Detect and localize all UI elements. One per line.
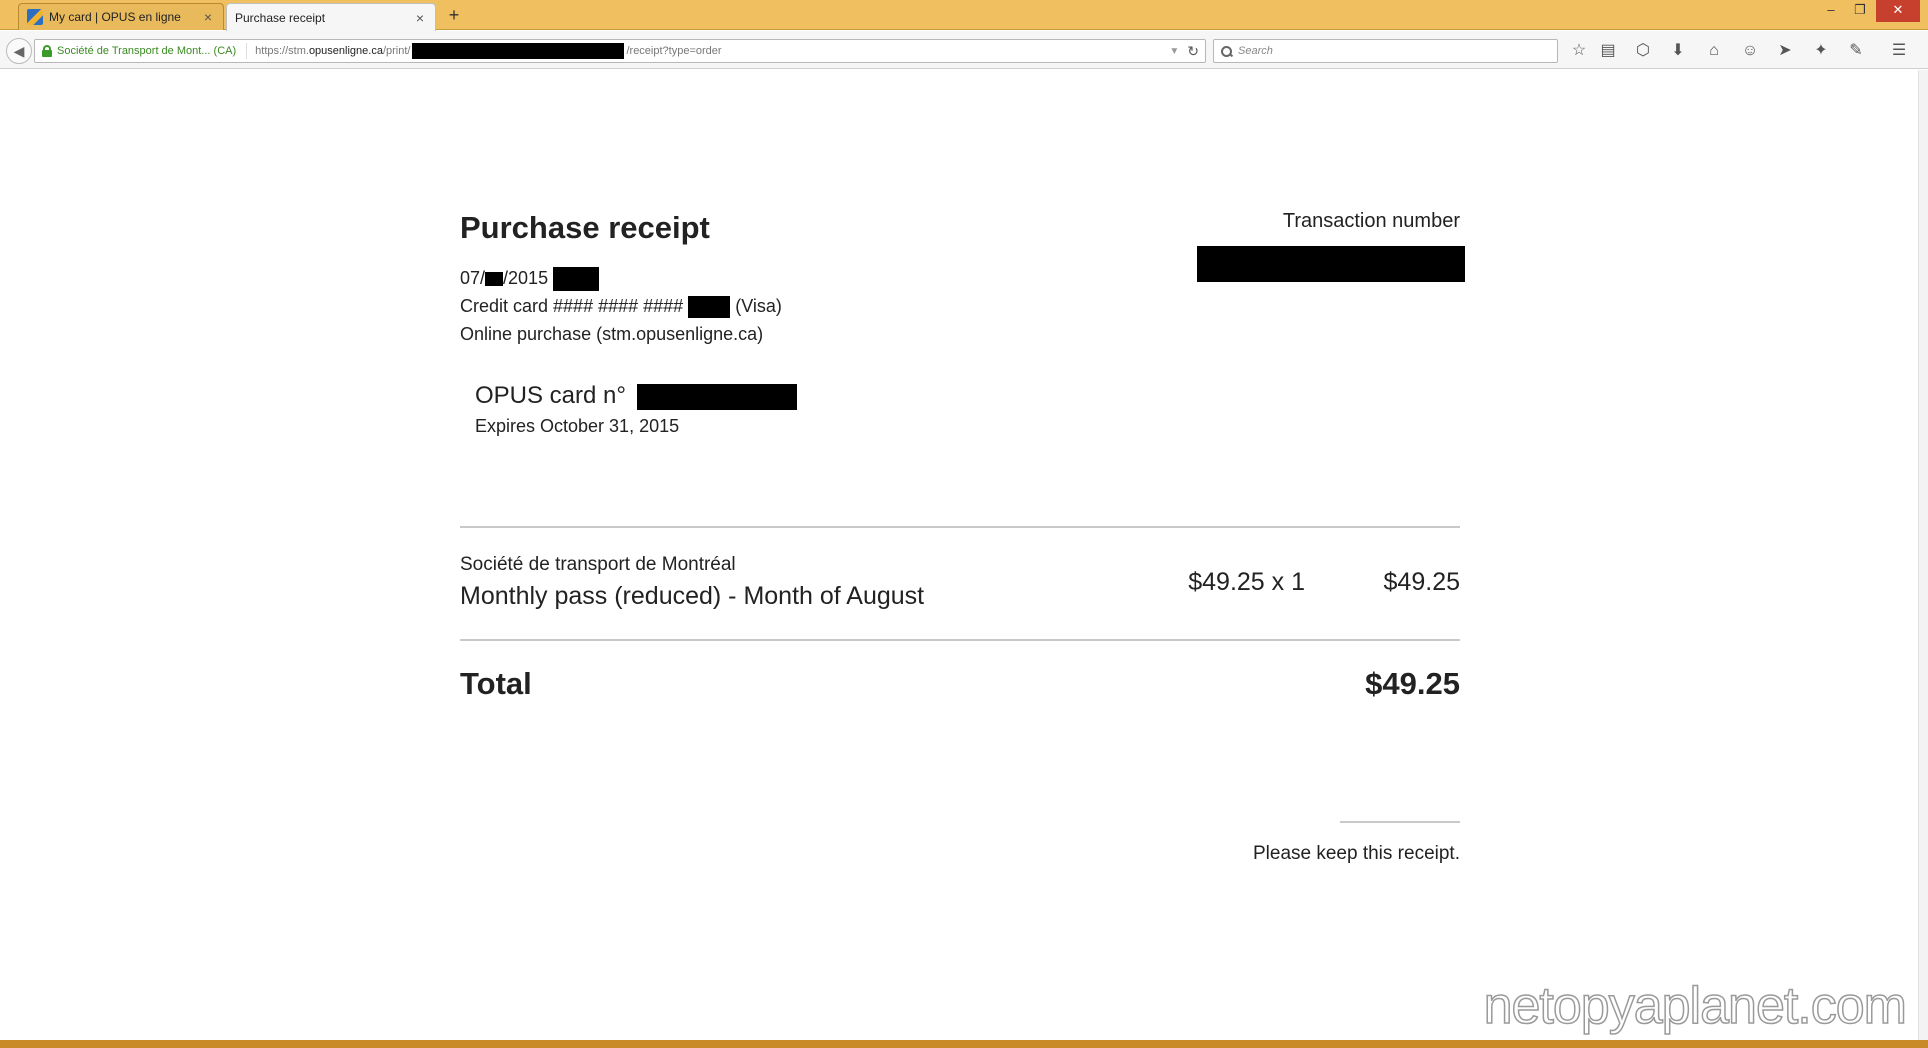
back-arrow-icon[interactable]: ◀ (6, 38, 32, 64)
bookmark-star-icon[interactable]: ☆ (1568, 40, 1590, 62)
signature-line (1340, 821, 1460, 823)
taskbar (0, 1040, 1928, 1048)
navigation-toolbar: ◀ Société de Transport de Mont... (CA) h… (0, 31, 1928, 69)
tab-my-card[interactable]: My card | OPUS en ligne × (18, 3, 224, 30)
tab-title: Purchase receipt (235, 10, 326, 25)
lock-icon (42, 45, 52, 57)
url-query: /receipt?type=order (626, 45, 722, 57)
chat-icon[interactable]: ☺ (1739, 40, 1761, 62)
total-label: Total (460, 666, 532, 701)
close-icon[interactable]: × (201, 10, 215, 24)
opus-card-number: OPUS card n° (475, 382, 797, 410)
card-number-mask: Credit card #### #### #### (460, 296, 684, 316)
purchase-channel: Online purchase (stm.opusenligne.ca) (460, 324, 764, 344)
total-value: $49.25 (1365, 666, 1460, 701)
credit-card-line: Credit card #### #### #### (Visa) (460, 292, 782, 320)
history-dropdown-icon[interactable]: ▼ (1169, 46, 1179, 57)
reload-icon[interactable]: ↻ (1187, 43, 1199, 60)
close-icon[interactable]: × (413, 11, 427, 25)
search-input[interactable]: Search (1213, 39, 1558, 63)
page-title: Purchase receipt (460, 210, 710, 245)
card-type: (Visa) (735, 296, 782, 316)
url-prefix: https://stm. (255, 45, 309, 57)
url-bar[interactable]: Société de Transport de Mont... (CA) htt… (34, 39, 1206, 63)
opus-favicon-icon (27, 9, 43, 25)
unit-price: $49.25 x 1 (1188, 568, 1305, 596)
reading-list-icon[interactable]: ▤ (1597, 40, 1619, 62)
window-close-button[interactable]: ✕ (1876, 0, 1920, 22)
transaction-number-label: Transaction number (1282, 210, 1460, 232)
send-icon[interactable]: ➤ (1774, 40, 1796, 62)
new-tab-button[interactable]: + (444, 5, 464, 25)
search-icon (1221, 45, 1232, 57)
redaction-bar (553, 267, 600, 292)
divider (460, 526, 1460, 528)
sync-icon[interactable]: ✎ (1845, 40, 1867, 62)
operator-name: Société de transport de Montréal (460, 554, 736, 575)
keep-receipt-note: Please keep this receipt. (1252, 843, 1460, 864)
url-path: /print/ (382, 45, 411, 57)
tab-strip: My card | OPUS en ligne × Purchase recei… (0, 0, 1928, 31)
search-placeholder: Search (1238, 45, 1273, 57)
date-suffix: /2015 (503, 268, 549, 288)
home-icon[interactable]: ⌂ (1703, 40, 1725, 62)
pocket-icon[interactable]: ⬡ (1632, 40, 1654, 62)
redaction-bar (485, 272, 504, 287)
redaction-bar (1197, 246, 1465, 282)
extension-icon[interactable]: ✦ (1810, 40, 1832, 62)
tab-purchase-receipt[interactable]: Purchase receipt × (226, 3, 436, 31)
opus-card-block: OPUS card n° Expires October 31, 2015 (475, 382, 797, 437)
restore-button[interactable]: ❐ (1845, 0, 1875, 22)
page-content: Purchase receipt Transaction number 07/ /… (0, 70, 1928, 1040)
vertical-scrollbar[interactable] (1918, 70, 1928, 1040)
line-total: $49.25 (1383, 568, 1460, 596)
date-prefix: 07/ (460, 268, 486, 288)
menu-icon[interactable]: ☰ (1888, 40, 1910, 62)
site-identity[interactable]: Société de Transport de Mont... (CA) (57, 45, 236, 57)
divider (460, 639, 1460, 641)
card-expiry: Expires October 31, 2015 (475, 416, 680, 436)
redaction-bar (412, 43, 625, 59)
url-host: opusenligne.ca (308, 45, 383, 57)
download-icon[interactable]: ⬇ (1667, 40, 1689, 62)
opus-card-label: OPUS card n° (475, 382, 626, 409)
watermark: netopyaplanet.com (1483, 976, 1908, 1036)
redaction-bar (688, 296, 731, 319)
redaction-bar (636, 383, 797, 410)
tab-title: My card | OPUS en ligne (49, 10, 181, 24)
purchase-date: 07/ /2015 (460, 264, 782, 292)
purchase-details: 07/ /2015 Credit card #### #### #### (Vis… (460, 264, 782, 348)
minimize-button[interactable]: – (1816, 0, 1846, 22)
url-separator (246, 43, 248, 59)
product-name: Monthly pass (reduced) - Month of August (460, 582, 925, 610)
